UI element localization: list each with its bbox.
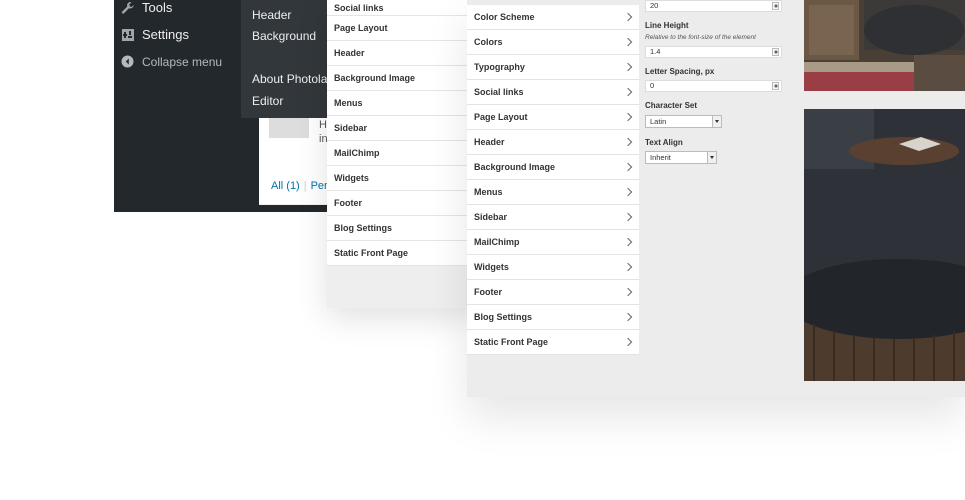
spinner-icon[interactable]	[772, 2, 779, 10]
menu-item-tools[interactable]: Tools	[121, 0, 172, 15]
spinner-icon[interactable]	[772, 82, 779, 90]
line-height-label: Line Height	[645, 21, 689, 30]
settings-icon	[121, 28, 135, 42]
chevron-right-icon	[623, 237, 633, 247]
section-blog-settings[interactable]: Blog Settings	[327, 216, 467, 241]
chevron-right-icon	[623, 262, 633, 272]
section-background-image[interactable]: Background Image	[467, 155, 639, 180]
chevron-right-icon	[623, 312, 633, 322]
wrench-icon	[121, 1, 135, 15]
submenu-item-editor[interactable]: Editor	[252, 94, 283, 108]
chevron-right-icon	[623, 162, 633, 172]
section-sidebar[interactable]: Sidebar	[467, 205, 639, 230]
section-footer[interactable]: Footer	[327, 191, 467, 216]
section-static-front-page[interactable]: Static Front Page	[327, 241, 467, 266]
collapse-menu-button[interactable]: Collapse menu	[121, 55, 222, 69]
chevron-right-icon	[623, 112, 633, 122]
chevron-right-icon	[623, 37, 633, 47]
customizer-section-list-front: Color Scheme Colors Typography Social li…	[467, 5, 639, 355]
text-align-label: Text Align	[645, 138, 683, 147]
customizer-section-list: Social links Page Layout Header Backgrou…	[327, 0, 467, 266]
chevron-right-icon	[623, 212, 633, 222]
chevron-right-icon	[623, 62, 633, 72]
section-page-layout[interactable]: Page Layout	[467, 105, 639, 130]
section-mailchimp[interactable]: MailChimp	[327, 141, 467, 166]
menu-item-label: Tools	[142, 0, 173, 15]
section-header[interactable]: Header	[327, 41, 467, 66]
section-sidebar[interactable]: Sidebar	[327, 116, 467, 141]
dropdown-arrow-icon	[707, 152, 716, 163]
letter-spacing-input[interactable]: 0	[645, 80, 782, 92]
section-footer[interactable]: Footer	[467, 280, 639, 305]
preview-image-top	[804, 0, 965, 91]
submenu-item-about[interactable]: About Photolab	[252, 72, 334, 86]
section-blog-settings[interactable]: Blog Settings	[467, 305, 639, 330]
font-size-input[interactable]: 20	[645, 0, 782, 12]
section-background-image[interactable]: Background Image	[327, 66, 467, 91]
submenu-item-header[interactable]: Header	[252, 8, 291, 22]
preview-image-bottom	[804, 109, 965, 381]
section-page-layout[interactable]: Page Layout	[327, 16, 467, 41]
text-align-select[interactable]: Inherit	[645, 151, 717, 164]
section-static-front-page[interactable]: Static Front Page	[467, 330, 639, 355]
menu-item-label: Settings	[142, 27, 189, 42]
letter-spacing-label: Letter Spacing, px	[645, 67, 715, 76]
section-social-links[interactable]: Social links	[327, 0, 467, 16]
line-height-input[interactable]: 1.4	[645, 46, 782, 58]
section-widgets[interactable]: Widgets	[327, 166, 467, 191]
section-menus[interactable]: Menus	[467, 180, 639, 205]
avatar	[269, 118, 309, 138]
spinner-icon[interactable]	[772, 48, 779, 56]
chevron-right-icon	[623, 137, 633, 147]
collapse-icon	[121, 55, 135, 69]
dropdown-arrow-icon	[712, 116, 721, 127]
chevron-right-icon	[623, 187, 633, 197]
section-menus[interactable]: Menus	[327, 91, 467, 116]
filter-all-link[interactable]: All (1)	[271, 180, 300, 192]
line-height-hint: Relative to the font-size of the element	[645, 34, 756, 41]
filter-pending-link[interactable]: Per	[311, 180, 328, 192]
section-colors[interactable]: Colors	[467, 30, 639, 55]
character-set-label: Character Set	[645, 101, 698, 110]
section-social-links[interactable]: Social links	[467, 80, 639, 105]
section-widgets[interactable]: Widgets	[467, 255, 639, 280]
chevron-right-icon	[623, 12, 633, 22]
section-mailchimp[interactable]: MailChimp	[467, 230, 639, 255]
chevron-right-icon	[623, 287, 633, 297]
menu-item-settings[interactable]: Settings	[121, 27, 189, 42]
chevron-right-icon	[623, 337, 633, 347]
comment-filter-links: All (1) | Per	[271, 180, 328, 192]
collapse-label: Collapse menu	[142, 55, 223, 69]
submenu-item-background[interactable]: Background	[252, 29, 316, 43]
chevron-right-icon	[623, 87, 633, 97]
character-set-select[interactable]: Latin	[645, 115, 722, 128]
section-header[interactable]: Header	[467, 130, 639, 155]
section-typography[interactable]: Typography	[467, 55, 639, 80]
section-color-scheme[interactable]: Color Scheme	[467, 5, 639, 30]
